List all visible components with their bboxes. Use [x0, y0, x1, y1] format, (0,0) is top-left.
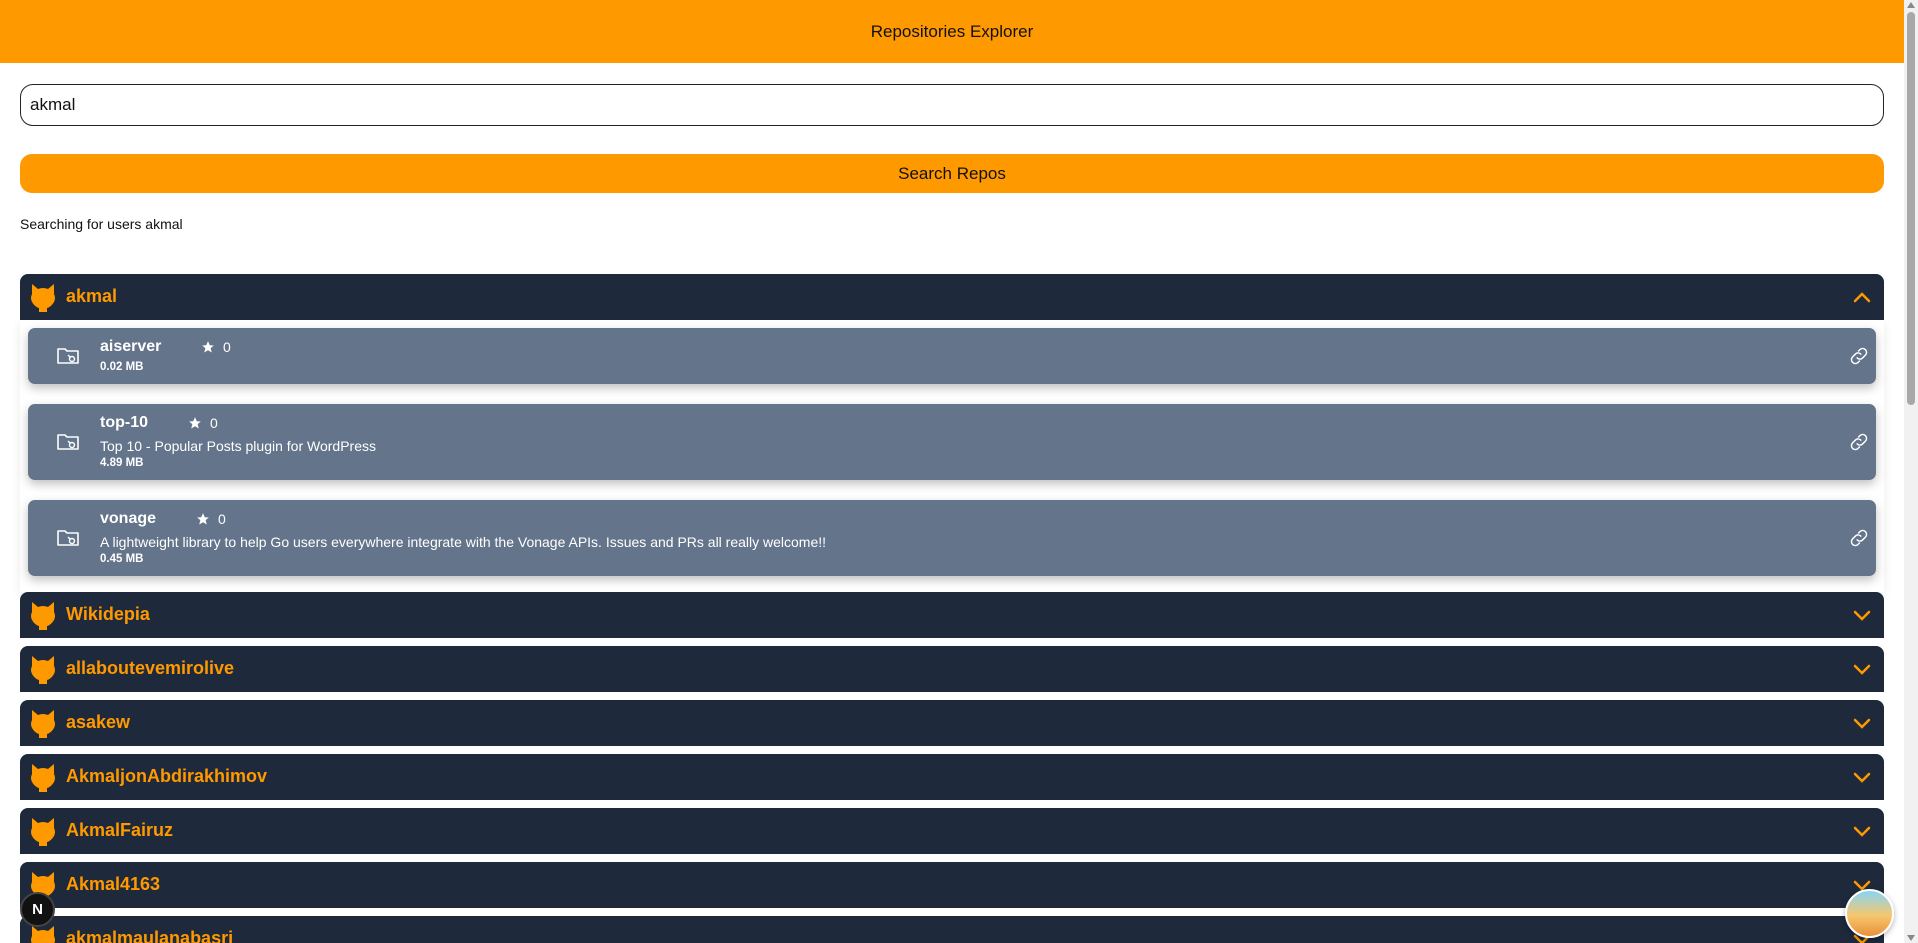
star-icon	[197, 513, 209, 525]
vertical-scrollbar[interactable]	[1904, 0, 1918, 943]
github-icon	[31, 602, 55, 630]
link-icon[interactable]	[1848, 431, 1870, 453]
user-name: Akmal4163	[66, 874, 161, 894]
repo-card[interactable]: vonage 0 A lightweight library to help G…	[28, 500, 1876, 576]
user-accordion: akmal aiserver 0 0.02 MB top-10 0 Top 10…	[20, 274, 1884, 943]
repo-card[interactable]: top-10 0 Top 10 - Popular Posts plugin f…	[28, 404, 1876, 480]
app-title: Repositories Explorer	[870, 21, 1034, 41]
chevron-down-icon	[1853, 610, 1871, 621]
search-input[interactable]	[20, 84, 1884, 126]
search-repos-button[interactable]: Search Repos	[20, 154, 1884, 193]
user-header-wikidepia[interactable]: Wikidepia	[20, 592, 1884, 638]
user-name: akmalmaulanabasri	[66, 928, 234, 943]
chevron-down-icon	[1853, 772, 1871, 783]
repo-size: 4.89 MB	[100, 457, 144, 469]
chevron-down-icon	[1853, 718, 1871, 729]
repo-description: Top 10 - Popular Posts plugin for WordPr…	[100, 438, 376, 454]
user-name: allaboutevemirolive	[66, 658, 235, 678]
star-icon	[189, 417, 201, 429]
dev-tools-badge[interactable]: N	[20, 892, 55, 927]
scroll-thumb[interactable]	[1907, 12, 1915, 405]
repo-size: 0.45 MB	[100, 553, 144, 565]
repo-stars: 0	[188, 415, 218, 431]
repo-name[interactable]: top-10	[100, 414, 148, 432]
star-count: 0	[218, 511, 226, 527]
page: Repositories Explorer Search Repos Searc…	[0, 0, 1904, 943]
chevron-up-icon	[1853, 292, 1871, 303]
star-icon	[202, 341, 214, 353]
repo-name[interactable]: aiserver	[100, 338, 161, 356]
repo-list: aiserver 0 0.02 MB top-10 0 Top 10 - Pop…	[20, 320, 1884, 592]
github-icon	[31, 710, 55, 738]
chevron-down-icon	[1853, 664, 1871, 675]
github-icon	[31, 818, 55, 846]
repo-description: A lightweight library to help Go users e…	[100, 534, 827, 550]
user-name: akmal	[66, 286, 118, 306]
github-icon	[31, 656, 55, 684]
repo-card[interactable]: aiserver 0 0.02 MB	[28, 328, 1876, 384]
user-header-akmal[interactable]: akmal	[20, 274, 1884, 320]
repo-name[interactable]: vonage	[100, 510, 156, 528]
github-icon	[31, 926, 55, 943]
user-header-akmalfairuz[interactable]: AkmalFairuz	[20, 808, 1884, 854]
link-icon[interactable]	[1848, 527, 1870, 549]
scroll-up-arrow-icon[interactable]	[1907, 2, 1915, 8]
user-header-akmal4163[interactable]: Akmal4163	[20, 862, 1884, 908]
user-header-akmalmaulanabasri[interactable]: akmalmaulanabasri	[20, 916, 1884, 943]
assistant-avatar-icon[interactable]	[1845, 889, 1894, 938]
chevron-down-icon	[1853, 826, 1871, 837]
folder-icon	[57, 530, 79, 546]
search-status: Searching for users akmal	[20, 216, 183, 232]
user-header-allaboutevemirolive[interactable]: allaboutevemirolive	[20, 646, 1884, 692]
user-name: AkmalFairuz	[66, 820, 174, 840]
github-icon	[31, 284, 55, 312]
user-name: Wikidepia	[66, 604, 150, 624]
user-name: asakew	[66, 712, 131, 732]
folder-icon	[57, 348, 79, 364]
link-icon[interactable]	[1848, 345, 1870, 367]
github-icon	[31, 764, 55, 792]
user-header-asakew[interactable]: asakew	[20, 700, 1884, 746]
user-name: AkmaljonAbdirakhimov	[66, 766, 268, 786]
repo-stars: 0	[196, 511, 226, 527]
user-header-akmaljonabdirakhimov[interactable]: AkmaljonAbdirakhimov	[20, 754, 1884, 800]
app-header: Repositories Explorer	[0, 0, 1904, 63]
folder-icon	[57, 434, 79, 450]
scroll-down-arrow-icon[interactable]	[1907, 935, 1915, 941]
star-count: 0	[210, 415, 218, 431]
repo-stars: 0	[201, 339, 231, 355]
star-count: 0	[223, 339, 231, 355]
repo-size: 0.02 MB	[100, 361, 144, 373]
